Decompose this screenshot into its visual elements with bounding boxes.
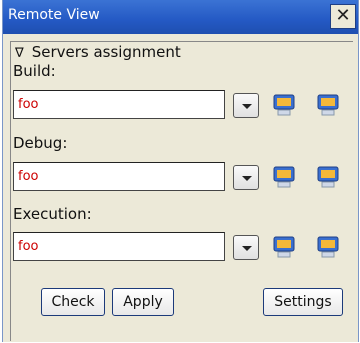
monitor-server-icon[interactable] — [315, 165, 341, 189]
close-button[interactable]: ✕ — [330, 4, 356, 29]
build-label: Build: — [13, 62, 56, 80]
section-title: Servers assignment — [31, 43, 181, 61]
monitor-server-icon[interactable] — [315, 235, 341, 259]
execution-server-field[interactable]: foo — [13, 232, 225, 261]
window-title: Remote View — [8, 7, 100, 23]
servers-panel: ∇ Servers assignment Build: foo Debug: fo… — [10, 41, 353, 341]
monitor-server-icon[interactable] — [271, 165, 297, 189]
monitor-server-icon[interactable] — [271, 235, 297, 259]
build-dropdown-button[interactable] — [233, 93, 259, 118]
debug-dropdown-button[interactable] — [233, 165, 259, 190]
chevron-down-icon — [242, 246, 252, 251]
execution-label: Execution: — [13, 205, 92, 223]
servers-assignment-header[interactable]: ∇ Servers assignment — [15, 43, 181, 61]
debug-server-field[interactable]: foo — [13, 162, 225, 191]
monitor-server-icon[interactable] — [315, 93, 341, 117]
monitor-server-icon[interactable] — [271, 93, 297, 117]
chevron-down-icon — [242, 104, 252, 109]
apply-button[interactable]: Apply — [112, 288, 174, 316]
title-bar[interactable]: Remote View ✕ — [3, 0, 358, 34]
settings-button[interactable]: Settings — [263, 288, 343, 316]
build-server-field[interactable]: foo — [13, 90, 225, 119]
chevron-down-icon — [242, 176, 252, 181]
collapse-triangle-icon[interactable]: ∇ — [15, 46, 24, 61]
check-button[interactable]: Check — [41, 288, 105, 316]
execution-dropdown-button[interactable] — [233, 235, 259, 260]
remote-view-window: Remote View ✕ ∇ Servers assignment Build:… — [2, 0, 359, 342]
debug-label: Debug: — [13, 134, 68, 152]
